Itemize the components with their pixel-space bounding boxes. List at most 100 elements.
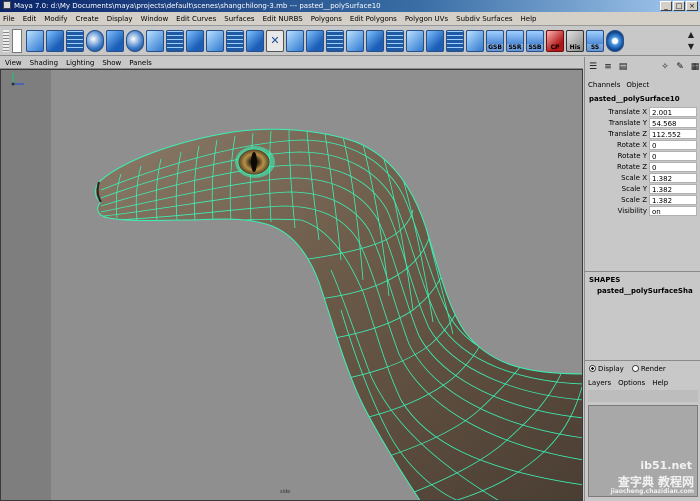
channel-box-layout-icon[interactable]: ☰ [587,61,599,73]
channel-row[interactable]: Rotate X0 [585,139,700,150]
channel-row[interactable]: Scale Y 1.382 [585,183,700,194]
menu-channels[interactable]: Channels [588,81,620,89]
extrude-face-icon[interactable] [286,30,304,52]
poly-sphere-icon[interactable] [86,30,104,52]
panel-menu-show[interactable]: Show [102,59,121,67]
panel-menu-lighting[interactable]: Lighting [66,59,94,67]
layer-list[interactable] [588,405,698,497]
shelf-menu-icon[interactable] [12,29,22,53]
channel-row[interactable]: Visibility on [585,205,700,216]
cut-faces-icon[interactable] [386,30,404,52]
merge-vertices-icon[interactable] [346,30,364,52]
bevel-icon[interactable] [326,30,344,52]
menu-polygon-uvs[interactable]: Polygon UVs [405,15,448,23]
triangulate-icon[interactable] [466,30,484,52]
ss-icon[interactable]: SS [586,30,604,52]
channel-value-field[interactable]: 0 [649,161,697,172]
shelf-scroll-down-icon[interactable]: ▼ [686,42,696,52]
menu-edit-nurbs[interactable]: Edit NURBS [263,15,303,23]
settings-icon[interactable]: ▦ [689,61,700,73]
render-radio[interactable]: Render [631,365,666,373]
menu-edit-curves[interactable]: Edit Curves [176,15,216,23]
minimize-button[interactable]: _ [660,1,672,11]
channel-label: Visibility [617,206,647,215]
menu-modify[interactable]: Modify [44,15,67,23]
separate-icon[interactable] [126,30,144,52]
channel-row[interactable]: Translate Z 112.552 [585,128,700,139]
gear-icon[interactable] [606,30,624,52]
attribute-editor-layout-icon[interactable]: ≡ [602,61,614,73]
paint-tool-icon[interactable]: ✎ [674,61,686,73]
extract-icon[interactable] [146,30,164,52]
boolean-icon[interactable] [186,30,204,52]
channel-value-field[interactable]: 1.382 [649,172,697,183]
menu-layers[interactable]: Layers [588,379,611,387]
channel-value-field[interactable]: 1.382 [649,194,697,205]
tool-settings-layout-icon[interactable]: ▤ [617,61,629,73]
menu-object[interactable]: Object [626,81,649,89]
shelf-scroll: ▲ ▼ [686,30,696,52]
layer-editor: Display Render Layers Options Help [585,360,700,501]
his-icon[interactable]: His [566,30,584,52]
append-polygon-icon[interactable] [366,30,384,52]
channel-value-field[interactable]: 0 [649,150,697,161]
shelf-tab-handle[interactable] [3,30,9,52]
panel-menu-shading[interactable]: Shading [30,59,58,67]
extrude-edge-icon[interactable] [306,30,324,52]
shelf-scroll-up-icon[interactable]: ▲ [686,30,696,40]
smooth-icon[interactable] [166,30,184,52]
channel-row[interactable]: Translate Y 54.568 [585,117,700,128]
combine-icon[interactable] [106,30,124,52]
poly-grid-icon[interactable] [66,30,84,52]
channel-value-field[interactable]: 1.382 [649,183,697,194]
model-viewport[interactable]: side [0,69,583,501]
panel-menu-view[interactable]: View [5,59,22,67]
shape-node-name[interactable]: pasted__polySurfaceSha [597,287,693,295]
mirror-icon[interactable] [206,30,224,52]
close-button[interactable]: × [686,1,698,11]
maximize-button[interactable]: □ [673,1,685,11]
menu-edit-polygons[interactable]: Edit Polygons [350,15,397,23]
poke-faces-icon[interactable] [446,30,464,52]
lasso-select-icon[interactable]: ✧ [659,61,671,73]
wedge-faces-icon[interactable] [406,30,424,52]
ssb-icon[interactable]: SSB [526,30,544,52]
display-radio[interactable]: Display [589,365,624,373]
subdivide-icon[interactable] [226,30,244,52]
menu-subdiv-surfaces[interactable]: Subdiv Surfaces [456,15,512,23]
channel-row[interactable]: Scale Z 1.382 [585,194,700,205]
poly-plane-icon[interactable] [26,30,44,52]
panel-menu-panels[interactable]: Panels [129,59,152,67]
shelf-toolbar: GSB SSR SSB CP His SS ▲ ▼ [0,26,700,56]
menu-file[interactable]: File [3,15,15,23]
channel-value-field[interactable]: 54.568 [649,117,697,128]
channel-row[interactable]: Scale X 1.382 [585,172,700,183]
ssr-icon[interactable]: SSR [506,30,524,52]
menu-create[interactable]: Create [75,15,98,23]
delete-edge-icon[interactable] [266,30,284,52]
menu-display[interactable]: Display [107,15,133,23]
menu-help[interactable]: Help [521,15,537,23]
channel-row[interactable]: Rotate Y0 [585,150,700,161]
channel-row[interactable]: Rotate Z0 [585,161,700,172]
channel-value-field[interactable]: 2.001 [649,106,697,117]
channel-label: Rotate X [617,140,647,149]
channel-value-field[interactable]: 112.552 [649,128,697,139]
gsb-icon[interactable]: GSB [486,30,504,52]
channel-row[interactable]: Translate X 2.001 [585,106,700,117]
menu-surfaces[interactable]: Surfaces [224,15,254,23]
menu-window[interactable]: Window [141,15,169,23]
maya-app-icon[interactable] [3,1,11,9]
channel-value-field[interactable]: on [649,205,697,216]
cp-icon[interactable]: CP [546,30,564,52]
channel-value-field[interactable]: 0 [649,139,697,150]
object-name[interactable]: pasted__polySurface10 [589,95,680,103]
split-polygon-icon[interactable] [246,30,264,52]
display-radio-label: Display [598,365,624,373]
menu-options[interactable]: Options [618,379,645,387]
poly-cube-icon[interactable] [46,30,64,52]
menu-layer-help[interactable]: Help [652,379,668,387]
menu-edit[interactable]: Edit [23,15,37,23]
menu-polygons[interactable]: Polygons [311,15,342,23]
duplicate-faces-icon[interactable] [426,30,444,52]
